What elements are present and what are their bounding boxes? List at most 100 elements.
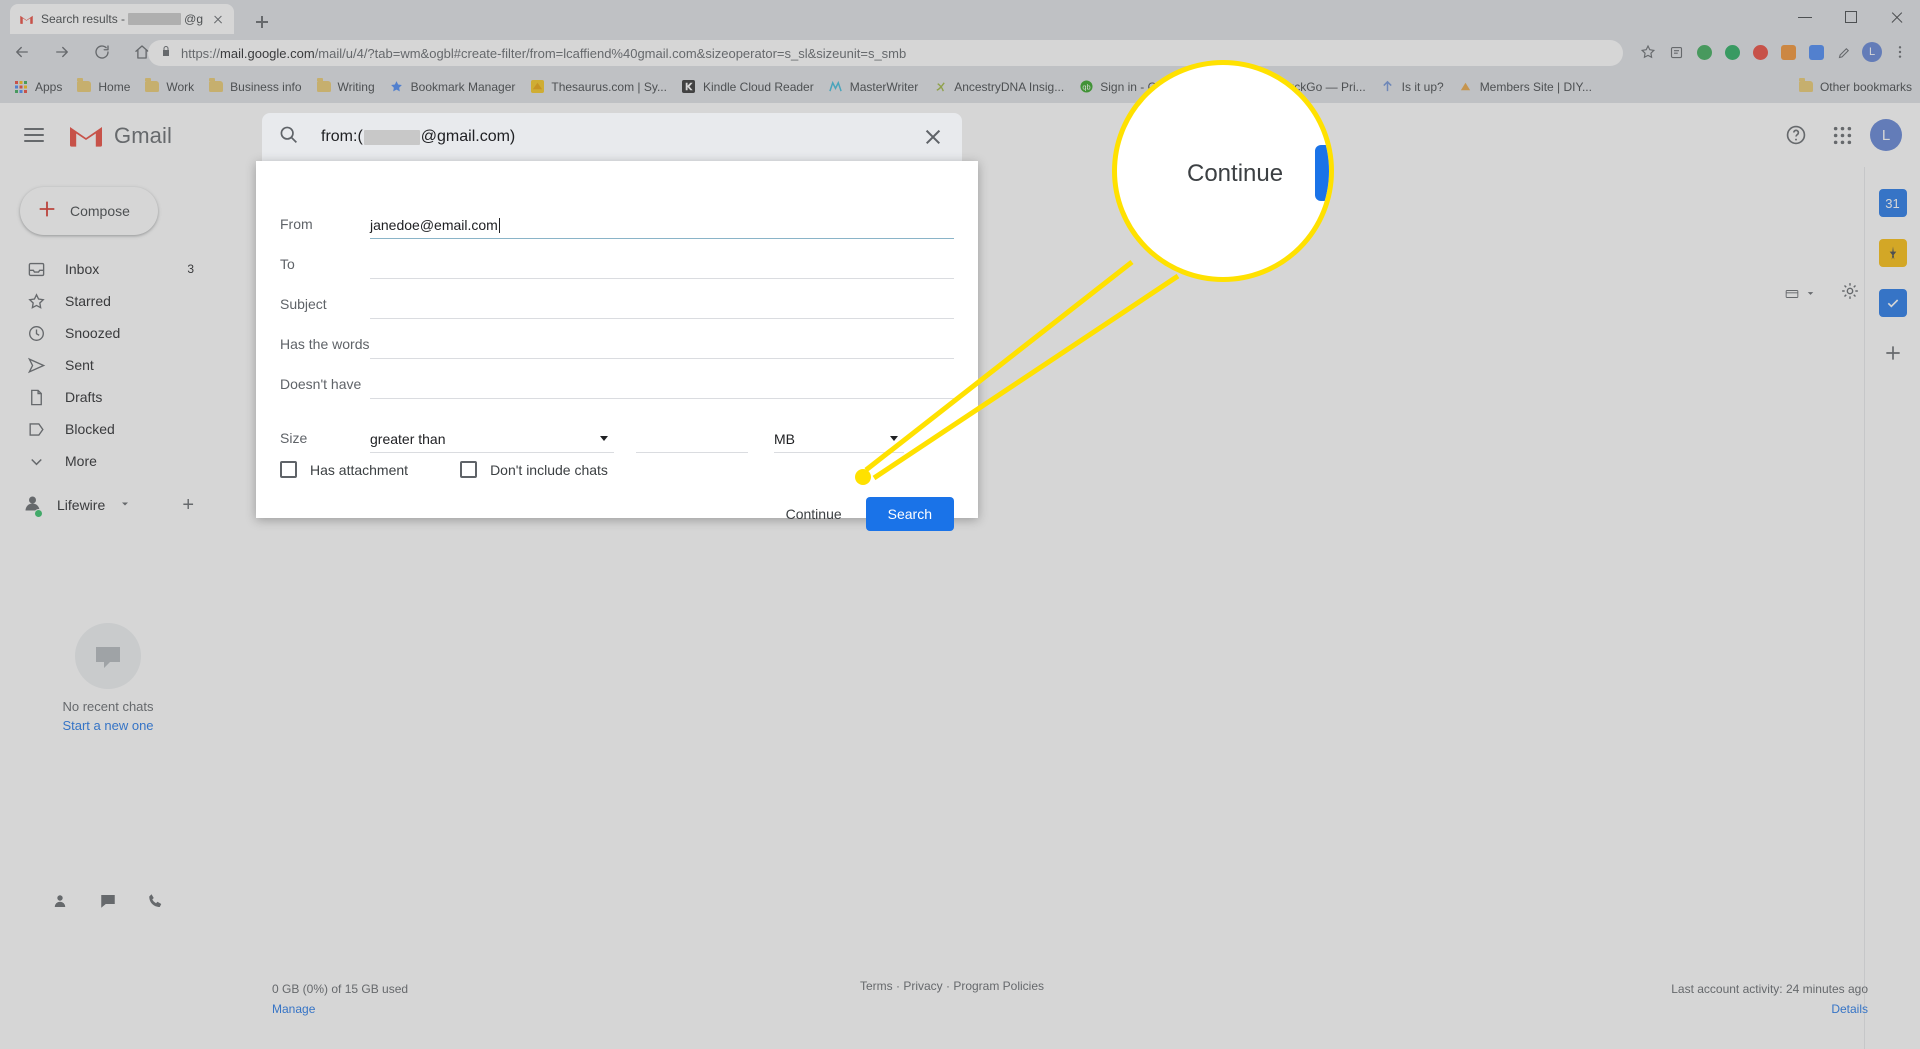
has-attachment-checkbox[interactable]: Has attachment xyxy=(280,461,408,478)
extension-red-icon[interactable] xyxy=(1746,34,1774,70)
zoom-search-button-edge xyxy=(1315,145,1329,201)
sidebar-item-more[interactable]: More xyxy=(0,445,216,477)
tasks-icon[interactable] xyxy=(1878,289,1907,317)
profile-avatar[interactable]: L xyxy=(1858,34,1886,70)
extension-note-icon[interactable] xyxy=(1662,34,1690,70)
address-bar[interactable]: https://mail.google.com/mail/u/4/?tab=wm… xyxy=(148,40,1623,66)
bookmark-work[interactable]: Work xyxy=(137,76,201,98)
hangouts-account-row[interactable]: Lifewire + xyxy=(0,489,216,521)
tab-title-suffix: @g xyxy=(184,12,203,26)
bookmark-writing[interactable]: Writing xyxy=(309,76,382,98)
dont-include-chats-checkbox[interactable]: Don't include chats xyxy=(460,461,608,478)
doesnt-have-field-row: Doesn't have xyxy=(256,359,978,399)
conversations-icon[interactable] xyxy=(99,892,117,915)
reload-button[interactable] xyxy=(84,34,120,70)
text-caret xyxy=(498,217,500,233)
manage-storage-link[interactable]: Manage xyxy=(272,999,408,1019)
other-bookmarks-button[interactable]: Other bookmarks xyxy=(1798,78,1912,95)
back-button[interactable] xyxy=(4,34,40,70)
doesnt-have-input[interactable] xyxy=(370,372,954,399)
extension-blue-icon[interactable] xyxy=(1802,34,1830,70)
page-selector[interactable] xyxy=(1783,287,1816,301)
calendar-icon[interactable]: 31 xyxy=(1878,189,1907,217)
bookmark-bookmark-manager[interactable]: Bookmark Manager xyxy=(382,76,523,98)
bookmark-is-it-up[interactable]: Is it up? xyxy=(1373,76,1451,98)
sidebar-item-label: Sent xyxy=(65,357,94,373)
bookmark-masterwriter[interactable]: MasterWriter xyxy=(821,76,925,98)
has-the-words-input[interactable] xyxy=(370,332,954,359)
compose-button[interactable]: Compose xyxy=(20,187,158,235)
extension-orange-icon[interactable] xyxy=(1774,34,1802,70)
new-tab-button[interactable] xyxy=(248,8,276,36)
subject-input[interactable] xyxy=(370,292,954,319)
window-controls xyxy=(1782,0,1920,34)
sidebar-item-starred[interactable]: Starred xyxy=(0,285,216,317)
settings-gear-icon[interactable] xyxy=(1840,281,1860,306)
contacts-icon[interactable] xyxy=(51,892,69,915)
size-operator-select[interactable]: greater than xyxy=(370,426,614,453)
from-input[interactable]: janedoe@email.com xyxy=(370,212,954,239)
tab-title-redaction xyxy=(128,13,182,25)
checkbox-box[interactable] xyxy=(280,461,297,478)
size-unit-select[interactable]: MB xyxy=(774,426,904,453)
bookmark-thesaurus[interactable]: Thesaurus.com | Sy... xyxy=(522,76,674,98)
help-icon[interactable] xyxy=(1778,117,1814,153)
browser-menu-icon[interactable] xyxy=(1886,34,1914,70)
program-policies-link[interactable]: Program Policies xyxy=(953,979,1044,993)
bookmark-ancestrydna[interactable]: AncestryDNA Insig... xyxy=(925,76,1071,98)
bookmark-label: Kindle Cloud Reader xyxy=(702,79,814,94)
bookmark-star-icon[interactable] xyxy=(1634,34,1662,70)
search-options-dialog: From janedoe@email.com To Subject Has th… xyxy=(256,161,978,531)
bookmarks-bar: Apps Home Work Business info Writing Boo… xyxy=(0,70,1920,103)
compose-label: Compose xyxy=(70,203,130,219)
gmail-favicon-icon xyxy=(18,11,34,27)
sidebar-item-sent[interactable]: Sent xyxy=(0,349,216,381)
keep-icon[interactable] xyxy=(1878,239,1907,267)
bookmark-kindle-cloud-reader[interactable]: Kindle Cloud Reader xyxy=(674,76,821,98)
bookmark-business-info[interactable]: Business info xyxy=(201,76,308,98)
search-icon[interactable] xyxy=(278,124,299,150)
window-close-button[interactable] xyxy=(1874,0,1920,34)
forward-button[interactable] xyxy=(44,34,80,70)
extension-teal-icon[interactable] xyxy=(1718,34,1746,70)
gmail-wordmark: Gmail xyxy=(114,123,172,148)
account-avatar[interactable]: L xyxy=(1870,119,1902,151)
phone-icon[interactable] xyxy=(147,892,165,915)
activity-details-link[interactable]: Details xyxy=(1671,999,1868,1019)
search-bar[interactable]: from:( @gmail.com) xyxy=(262,113,962,161)
search-button[interactable]: Search xyxy=(865,497,954,531)
terms-link[interactable]: Terms xyxy=(860,979,893,993)
close-icon[interactable] xyxy=(920,124,946,150)
bookmark-home[interactable]: Home xyxy=(69,76,137,98)
bookmark-members-site[interactable]: Members Site | DIY... xyxy=(1451,76,1599,98)
google-apps-icon[interactable] xyxy=(1824,117,1860,153)
add-addon-icon[interactable] xyxy=(1879,339,1907,367)
browser-tab[interactable]: Search results - @g xyxy=(10,4,234,34)
storage-usage-text: 0 GB (0%) of 15 GB used xyxy=(272,982,409,996)
privacy-link[interactable]: Privacy xyxy=(903,979,942,993)
bookmark-label: MasterWriter xyxy=(849,79,919,94)
hangouts-empty-text: No recent chats xyxy=(62,699,154,714)
bookmark-apps[interactable]: Apps xyxy=(6,76,69,98)
sidebar-item-snoozed[interactable]: Snoozed xyxy=(0,317,216,349)
sidebar-item-label: Snoozed xyxy=(65,325,121,341)
has-the-words-field-row: Has the words xyxy=(256,319,978,359)
sidebar-item-drafts[interactable]: Drafts xyxy=(0,381,216,413)
window-maximize-button[interactable] xyxy=(1828,0,1874,34)
main-menu-icon[interactable] xyxy=(22,123,46,147)
sidebar-item-inbox[interactable]: Inbox 3 xyxy=(0,253,216,285)
extension-pen-icon[interactable] xyxy=(1830,34,1858,70)
extension-green-icon[interactable] xyxy=(1690,34,1718,70)
size-amount-input[interactable] xyxy=(636,426,748,453)
checkbox-box[interactable] xyxy=(460,461,478,478)
tab-close-icon[interactable] xyxy=(210,11,226,27)
window-minimize-button[interactable] xyxy=(1782,0,1828,34)
draft-icon xyxy=(26,387,46,407)
bookmark-label: Members Site | DIY... xyxy=(1479,79,1592,94)
new-conversation-button[interactable]: + xyxy=(182,494,194,517)
sidebar-item-blocked[interactable]: Blocked xyxy=(0,413,216,445)
to-input[interactable] xyxy=(370,252,954,279)
sidebar-item-label: Drafts xyxy=(65,389,103,405)
hangouts-start-link[interactable]: Start a new one xyxy=(0,718,216,733)
continue-button[interactable]: Continue xyxy=(786,506,842,522)
